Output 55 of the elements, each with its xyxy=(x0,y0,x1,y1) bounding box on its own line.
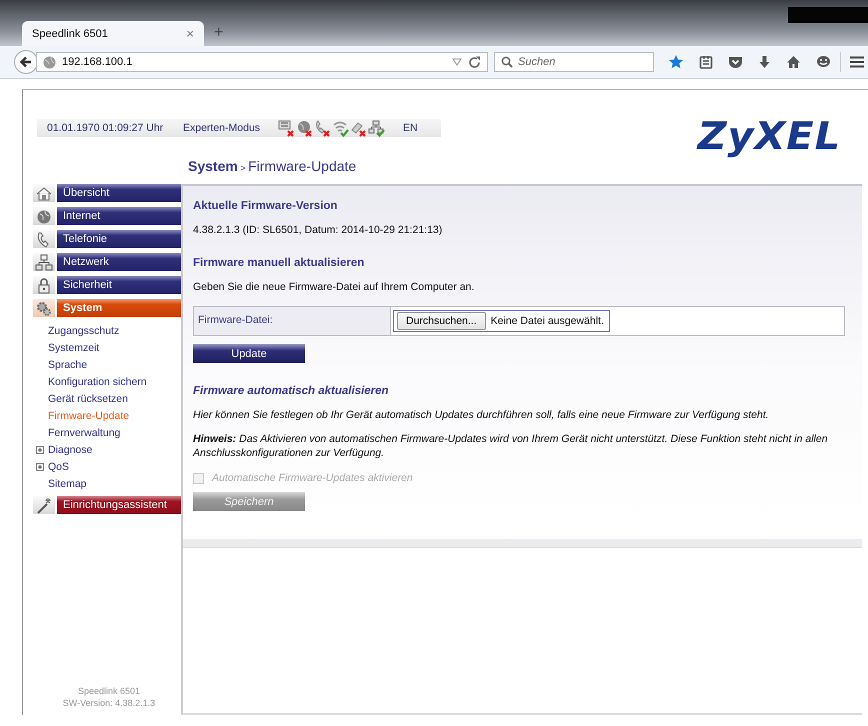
firmware-version: 4.38.2.1.3 (ID: SL6501, Datum: 2014-10-29 21:21:13) xyxy=(193,223,442,237)
mode-link[interactable]: Experten-Modus xyxy=(183,122,260,134)
submenu-item[interactable]: Gerät rücksetzen xyxy=(48,392,128,404)
submenu-item[interactable]: Systemzeit xyxy=(48,342,100,354)
download-icon[interactable] xyxy=(758,55,771,69)
breadcrumb: System > Firmware-Update xyxy=(188,158,358,174)
network-icon[interactable] xyxy=(33,253,55,271)
description-text: Hier können Sie festlegen ob Ihr Gerät automatisch Updates durchführen soll, falls eine neue Firmware zur Verfügung steht. xyxy=(193,408,769,422)
phone-icon[interactable] xyxy=(33,230,55,248)
browser-tab[interactable]: Speedlink 6501 × xyxy=(22,21,204,46)
bookmark-star-icon[interactable] xyxy=(668,54,684,70)
pocket-icon[interactable] xyxy=(728,55,743,69)
back-button[interactable] xyxy=(14,50,38,74)
submenu-item[interactable]: QoS xyxy=(48,460,70,472)
file-input[interactable]: Durchsuchen... Keine Datei ausgewählt. xyxy=(393,310,610,332)
file-status: Keine Datei ausgewählt. xyxy=(490,315,605,327)
logo: ZyXEL xyxy=(698,116,842,156)
browse-button[interactable]: Durchsuchen... xyxy=(397,312,486,330)
home-icon[interactable] xyxy=(786,55,801,69)
gears-icon[interactable] xyxy=(33,299,55,317)
section-heading: Aktuelle Firmware-Version xyxy=(193,200,338,212)
menu-icon[interactable] xyxy=(850,56,864,68)
submenu-item[interactable]: Diagnose xyxy=(48,444,92,456)
chat-icon[interactable] xyxy=(816,55,831,69)
device-info: SW-Version: 4.38.2.1.3 xyxy=(62,697,156,709)
submenu-item[interactable]: Zugangsschutz xyxy=(48,324,120,336)
section-heading: Firmware automatisch aktualisieren xyxy=(193,385,389,397)
house-icon[interactable] xyxy=(33,184,55,202)
field-label: Firmware-Datei: xyxy=(194,307,391,335)
language-link[interactable]: EN xyxy=(403,122,418,134)
submenu-item[interactable]: Konfiguration sichern xyxy=(48,376,147,388)
expand-icon[interactable] xyxy=(36,462,44,470)
globe-icon[interactable] xyxy=(33,207,55,225)
note-text: Hinweis: Das Aktivieren von automatischen Firmware-Updates wird von Ihrem Gerät nicht unterstützt. Diese Funktion steht nicht in allen Anschlusskonfigurationen zur Verfügung. xyxy=(193,432,829,460)
reload-icon[interactable] xyxy=(468,56,481,68)
instruction-text: Geben Sie die neue Firmware-Datei auf Ihrem Computer an. xyxy=(193,280,474,294)
submenu-item[interactable]: Fernverwaltung xyxy=(48,426,120,438)
search-field[interactable]: Suchen xyxy=(518,56,638,68)
tab-close-button[interactable]: × xyxy=(186,26,194,41)
back-arrow-icon xyxy=(19,55,33,69)
dropdown-icon[interactable] xyxy=(452,58,462,66)
section-heading: Firmware manuell aktualisieren xyxy=(193,257,364,269)
date-time: 01.01.1970 01:09:27 Uhr xyxy=(47,122,164,134)
device-info: Speedlink 6501 xyxy=(76,685,142,697)
expand-icon[interactable] xyxy=(36,446,44,454)
reading-list-icon[interactable] xyxy=(699,55,713,69)
search-bar[interactable]: Suchen xyxy=(494,52,654,72)
magic-wand-icon[interactable] xyxy=(33,496,55,514)
search-icon xyxy=(501,56,513,68)
address-bar[interactable]: 192.168.100.1 xyxy=(36,52,488,72)
submenu-item[interactable]: Sitemap xyxy=(48,478,87,490)
lock-icon[interactable] xyxy=(33,276,55,294)
submenu-item[interactable]: Sprache xyxy=(48,358,88,370)
globe-icon xyxy=(43,56,56,68)
update-button[interactable]: Update xyxy=(193,344,305,363)
